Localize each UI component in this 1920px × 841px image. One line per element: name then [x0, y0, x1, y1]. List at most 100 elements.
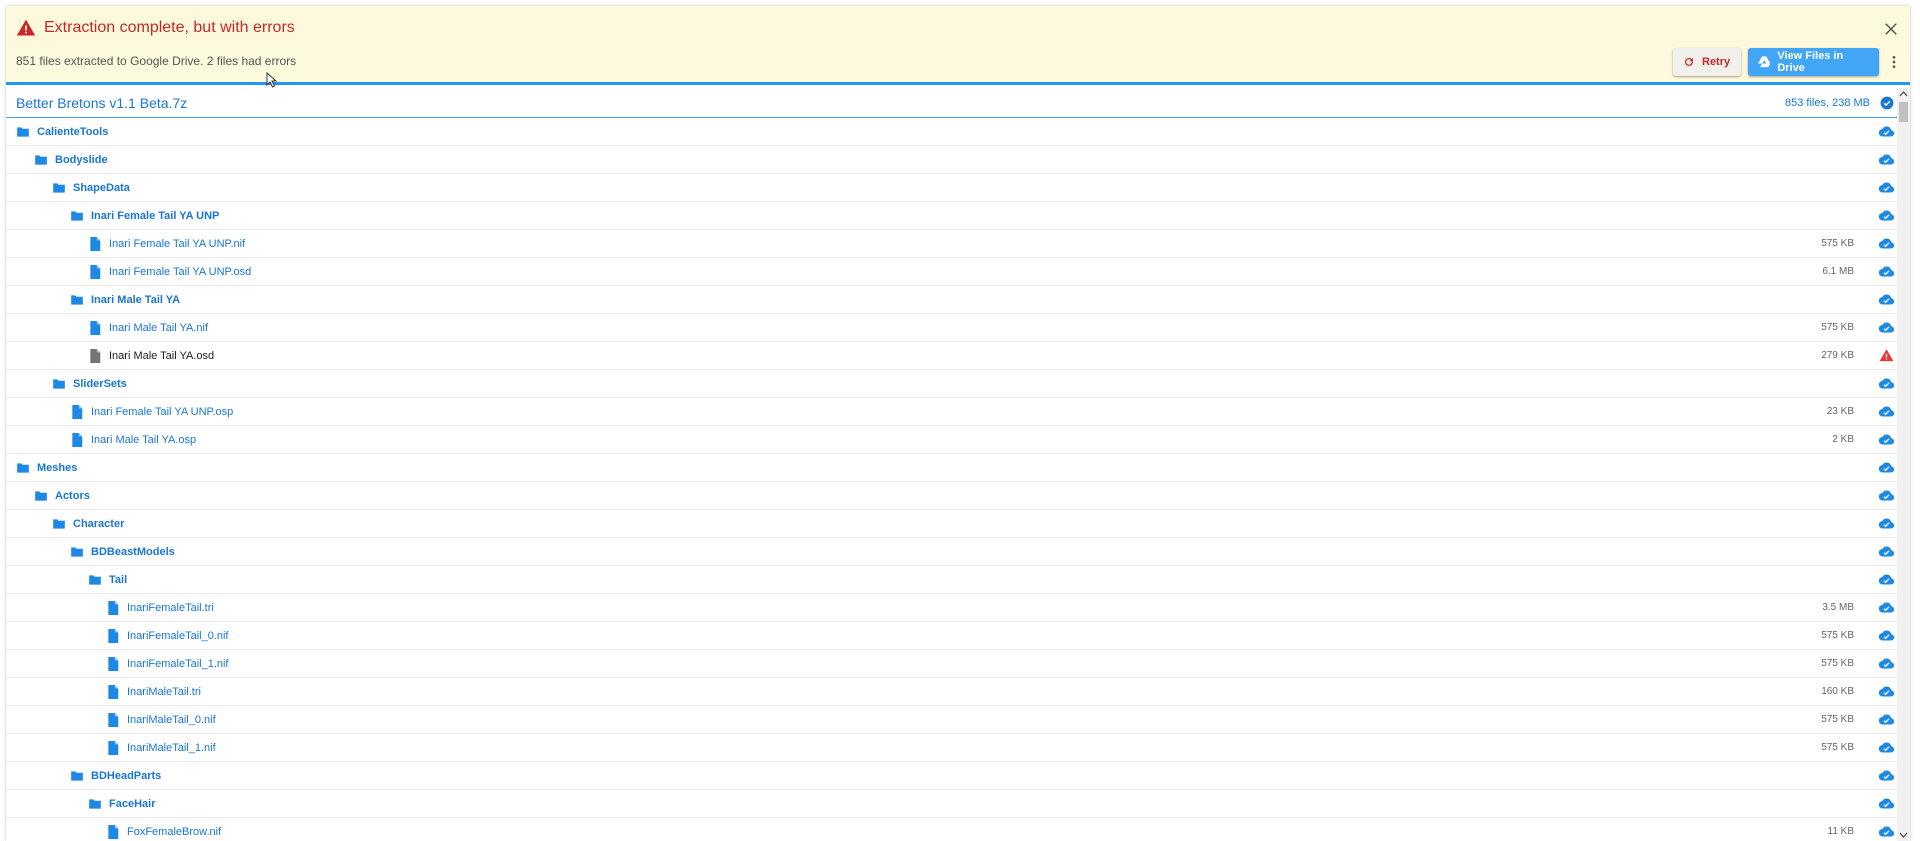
- row-name[interactable]: Actors: [55, 490, 90, 502]
- file-icon: [88, 348, 102, 363]
- close-icon[interactable]: [1882, 20, 1900, 38]
- folder-icon: [16, 461, 30, 475]
- row-name[interactable]: InariFemaleTail_1.nif: [127, 658, 229, 670]
- folder-row[interactable]: ShapeData: [6, 174, 1910, 202]
- row-name[interactable]: BDBeastModels: [91, 546, 175, 558]
- row-name[interactable]: FoxFemaleBrow.nif: [127, 826, 221, 838]
- cloud-done-icon: [1878, 376, 1895, 391]
- row-name[interactable]: Character: [73, 518, 124, 530]
- view-files-label: View Files in Drive: [1777, 50, 1844, 74]
- archive-header[interactable]: Better Bretons v1.1 Beta.7z 853 files, 2…: [6, 88, 1910, 118]
- row-name[interactable]: InariFemaleTail.tri: [127, 602, 214, 614]
- cloud-done-icon: [1878, 712, 1895, 727]
- file-row[interactable]: InariMaleTail_0.nif 575 KB: [6, 706, 1910, 734]
- file-row[interactable]: InariFemaleTail_1.nif 575 KB: [6, 650, 1910, 678]
- folder-row[interactable]: Tail: [6, 566, 1910, 594]
- cloud-done-icon: [1878, 684, 1895, 699]
- file-icon: [88, 236, 102, 251]
- cloud-done-icon: [1878, 152, 1895, 167]
- file-size: 160 KB: [1821, 686, 1854, 697]
- file-row[interactable]: InariMaleTail_1.nif 575 KB: [6, 734, 1910, 762]
- file-size: 575 KB: [1821, 238, 1854, 249]
- scroll-thumb[interactable]: [1899, 102, 1908, 122]
- scroll-down-icon[interactable]: [1897, 829, 1910, 841]
- folder-row[interactable]: BDHeadParts: [6, 762, 1910, 790]
- file-row[interactable]: Inari Male Tail YA.nif 575 KB: [6, 314, 1910, 342]
- folder-row[interactable]: CalienteTools: [6, 118, 1910, 146]
- file-size: 6.1 MB: [1822, 266, 1854, 277]
- row-name[interactable]: BDHeadParts: [91, 770, 161, 782]
- folder-row[interactable]: FaceHair: [6, 790, 1910, 818]
- cloud-done-icon: [1878, 264, 1895, 279]
- row-name[interactable]: Inari Male Tail YA.nif: [109, 322, 208, 334]
- row-name[interactable]: InariFemaleTail_0.nif: [127, 630, 229, 642]
- row-name[interactable]: Meshes: [37, 462, 77, 474]
- row-name[interactable]: Inari Male Tail YA: [91, 294, 180, 306]
- folder-icon: [88, 573, 102, 587]
- file-row[interactable]: Inari Male Tail YA.osd 279 KB: [6, 342, 1910, 370]
- file-icon: [106, 600, 120, 615]
- row-name[interactable]: Inari Female Tail YA UNP.nif: [109, 238, 245, 250]
- file-icon: [88, 320, 102, 335]
- row-name[interactable]: Inari Female Tail YA UNP: [91, 210, 219, 222]
- file-row[interactable]: Inari Female Tail YA UNP.nif 575 KB: [6, 230, 1910, 258]
- cloud-done-icon: [1878, 656, 1895, 671]
- folder-row[interactable]: Bodyslide: [6, 146, 1910, 174]
- folder-row[interactable]: BDBeastModels: [6, 538, 1910, 566]
- folder-row[interactable]: SliderSets: [6, 370, 1910, 398]
- folder-row[interactable]: Meshes: [6, 454, 1910, 482]
- file-row[interactable]: Inari Female Tail YA UNP.osp 23 KB: [6, 398, 1910, 426]
- folder-row[interactable]: Inari Male Tail YA: [6, 286, 1910, 314]
- folder-icon: [70, 293, 84, 307]
- warning-icon: [16, 19, 36, 36]
- error-banner: Extraction complete, but with errors 851…: [6, 6, 1910, 85]
- cloud-done-icon: [1878, 740, 1895, 755]
- scrollbar[interactable]: [1897, 88, 1910, 841]
- folder-row[interactable]: Inari Female Tail YA UNP: [6, 202, 1910, 230]
- row-name[interactable]: Inari Female Tail YA UNP.osp: [91, 406, 233, 418]
- file-size: 3.5 MB: [1822, 602, 1854, 613]
- folder-row[interactable]: Character: [6, 510, 1910, 538]
- folder-icon: [52, 377, 66, 391]
- cloud-done-icon: [1878, 768, 1895, 783]
- cloud-done-icon: [1878, 544, 1895, 559]
- row-name[interactable]: InariMaleTail_0.nif: [127, 714, 216, 726]
- row-name[interactable]: CalienteTools: [37, 126, 108, 138]
- file-row[interactable]: Inari Male Tail YA.osp 2 KB: [6, 426, 1910, 454]
- row-name[interactable]: Inari Female Tail YA UNP.osd: [109, 266, 251, 278]
- folder-icon: [16, 125, 30, 139]
- row-name[interactable]: ShapeData: [73, 182, 130, 194]
- cloud-done-icon: [1878, 824, 1895, 839]
- banner-message: 851 files extracted to Google Drive. 2 f…: [16, 54, 297, 68]
- refresh-icon: [1685, 57, 1693, 66]
- folder-icon: [34, 489, 48, 503]
- file-row[interactable]: FoxFemaleBrow.nif 11 KB: [6, 818, 1910, 841]
- cloud-done-icon: [1878, 180, 1895, 195]
- row-name[interactable]: Tail: [109, 574, 127, 586]
- row-name[interactable]: InariMaleTail_1.nif: [127, 742, 216, 754]
- row-name[interactable]: InariMaleTail.tri: [127, 686, 201, 698]
- row-name[interactable]: SliderSets: [73, 378, 127, 390]
- scroll-up-icon[interactable]: [1897, 88, 1910, 100]
- file-row[interactable]: InariFemaleTail.tri 3.5 MB: [6, 594, 1910, 622]
- retry-button[interactable]: Retry: [1673, 48, 1741, 76]
- folder-row[interactable]: Actors: [6, 482, 1910, 510]
- row-name[interactable]: FaceHair: [109, 798, 155, 810]
- cloud-done-icon: [1878, 460, 1895, 475]
- banner-title: Extraction complete, but with errors: [16, 18, 295, 38]
- file-row[interactable]: InariMaleTail.tri 160 KB: [6, 678, 1910, 706]
- cloud-done-icon: [1878, 572, 1895, 587]
- cloud-done-icon: [1878, 796, 1895, 811]
- folder-icon: [70, 769, 84, 783]
- row-name[interactable]: Bodyslide: [55, 154, 108, 166]
- view-files-button[interactable]: View Files in Drive: [1748, 48, 1879, 76]
- more-vert-icon[interactable]: [1886, 54, 1902, 70]
- file-size: 575 KB: [1821, 630, 1854, 641]
- row-name[interactable]: Inari Male Tail YA.osp: [91, 434, 196, 446]
- cloud-done-icon: [1878, 236, 1895, 251]
- file-icon: [70, 432, 84, 447]
- file-row[interactable]: InariFemaleTail_0.nif 575 KB: [6, 622, 1910, 650]
- file-row[interactable]: Inari Female Tail YA UNP.osd 6.1 MB: [6, 258, 1910, 286]
- warning-icon: [1879, 348, 1894, 363]
- file-icon: [106, 684, 120, 699]
